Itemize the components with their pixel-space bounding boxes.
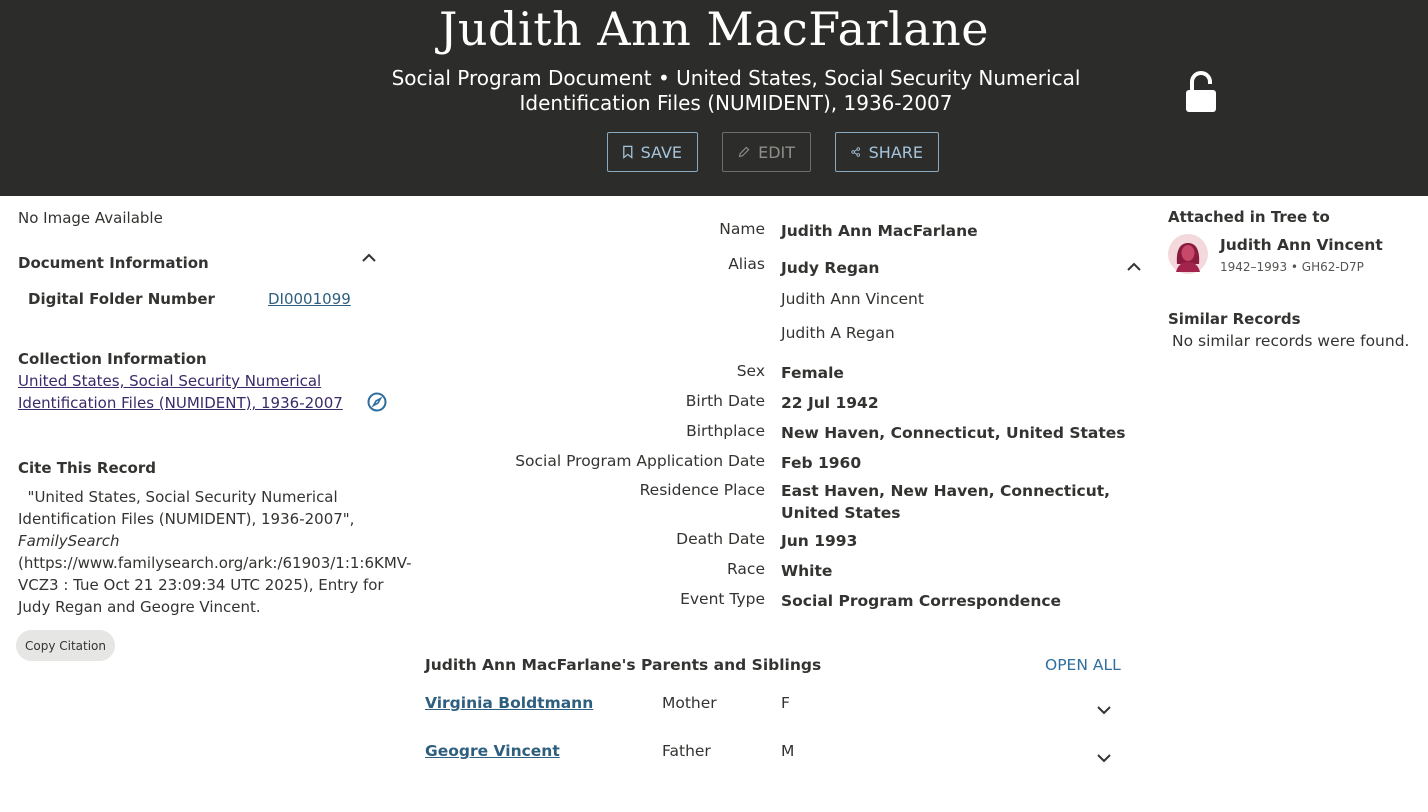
- birthplace-label: Birthplace: [686, 422, 765, 440]
- sex-value: Female: [781, 364, 844, 382]
- citation-source: FamilySearch: [18, 532, 120, 550]
- birth-date-label: Birth Date: [685, 392, 765, 410]
- name-label: Name: [719, 220, 765, 238]
- relative-name-link[interactable]: Geogre Vincent: [425, 742, 560, 760]
- attached-person-name[interactable]: Judith Ann Vincent: [1220, 236, 1383, 254]
- share-button-label: SHARE: [868, 142, 923, 162]
- event-type-value: Social Program Correspondence: [781, 592, 1062, 610]
- residence-value: East Haven, New Haven, Connecticut, Unit…: [781, 482, 1111, 522]
- collection-information-heading: Collection Information: [18, 350, 207, 368]
- similar-records-text: No similar records were found.: [1172, 332, 1410, 350]
- citation-pre: "United States, Social Security Numerica…: [18, 488, 355, 528]
- name-value: Judith Ann MacFarlane: [781, 222, 978, 240]
- cite-record-heading: Cite This Record: [18, 459, 156, 477]
- edit-button[interactable]: EDIT: [722, 132, 811, 172]
- relative-sex: M: [781, 742, 795, 760]
- alias-value-1: Judy Regan: [781, 259, 880, 277]
- alias-value-3: Judith A Regan: [781, 324, 895, 342]
- attached-tree-heading: Attached in Tree to: [1168, 208, 1330, 226]
- alias-value-2: Judith Ann Vincent: [781, 290, 924, 308]
- relative-role: Mother: [662, 694, 717, 712]
- chevron-up-icon[interactable]: [361, 253, 377, 263]
- open-all-button[interactable]: OPEN ALL: [1045, 656, 1121, 674]
- similar-records-heading: Similar Records: [1168, 310, 1301, 328]
- relative-name-link[interactable]: Virginia Boldtmann: [425, 694, 593, 712]
- relative-sex: F: [781, 694, 790, 712]
- attached-person-meta: 1942–1993 • GH62-D7P: [1220, 260, 1364, 274]
- compass-icon[interactable]: [367, 392, 387, 412]
- chevron-up-icon[interactable]: [1126, 262, 1142, 272]
- digital-folder-label: Digital Folder Number: [28, 290, 215, 308]
- race-value: White: [781, 562, 833, 580]
- bookmark-icon: [623, 145, 633, 159]
- edit-button-label: EDIT: [758, 142, 795, 162]
- avatar-female-icon[interactable]: [1168, 234, 1208, 274]
- document-information-heading: Document Information: [18, 254, 209, 272]
- race-label: Race: [727, 560, 765, 578]
- application-date-value: Feb 1960: [781, 454, 862, 472]
- copy-citation-button[interactable]: Copy Citation: [16, 630, 115, 661]
- sex-label: Sex: [736, 362, 765, 380]
- share-button[interactable]: SHARE: [835, 132, 939, 172]
- event-type-label: Event Type: [680, 590, 765, 608]
- chevron-down-icon[interactable]: [1096, 753, 1112, 763]
- save-button[interactable]: SAVE: [607, 132, 698, 172]
- pencil-icon: [738, 146, 750, 158]
- no-image-text: No Image Available: [18, 209, 163, 227]
- birth-date-value: 22 Jul 1942: [781, 394, 879, 412]
- save-button-label: SAVE: [640, 142, 682, 162]
- application-date-label: Social Program Application Date: [515, 452, 765, 470]
- citation-post: (https://www.familysearch.org/ark:/61903…: [18, 554, 412, 616]
- citation-text: "United States, Social Security Numerica…: [18, 486, 412, 618]
- birthplace-value: New Haven, Connecticut, United States: [781, 424, 1126, 442]
- page-subtitle: Social Program Document • United States,…: [391, 66, 1081, 115]
- lock-icon[interactable]: [1184, 70, 1218, 114]
- alias-label: Alias: [728, 255, 765, 273]
- digital-folder-link[interactable]: DI0001099: [268, 290, 351, 308]
- page-title: Judith Ann MacFarlane: [438, 2, 990, 56]
- relative-role: Father: [662, 742, 711, 760]
- chevron-down-icon[interactable]: [1096, 705, 1112, 715]
- share-icon: [851, 147, 860, 157]
- record-header: Judith Ann MacFarlane Social Program Doc…: [0, 0, 1428, 196]
- parents-siblings-heading: Judith Ann MacFarlane's Parents and Sibl…: [425, 656, 822, 674]
- residence-label: Residence Place: [639, 481, 765, 499]
- collection-link[interactable]: United States, Social Security Numerical…: [18, 370, 348, 414]
- death-date-value: Jun 1993: [781, 532, 858, 550]
- death-date-label: Death Date: [676, 530, 765, 548]
